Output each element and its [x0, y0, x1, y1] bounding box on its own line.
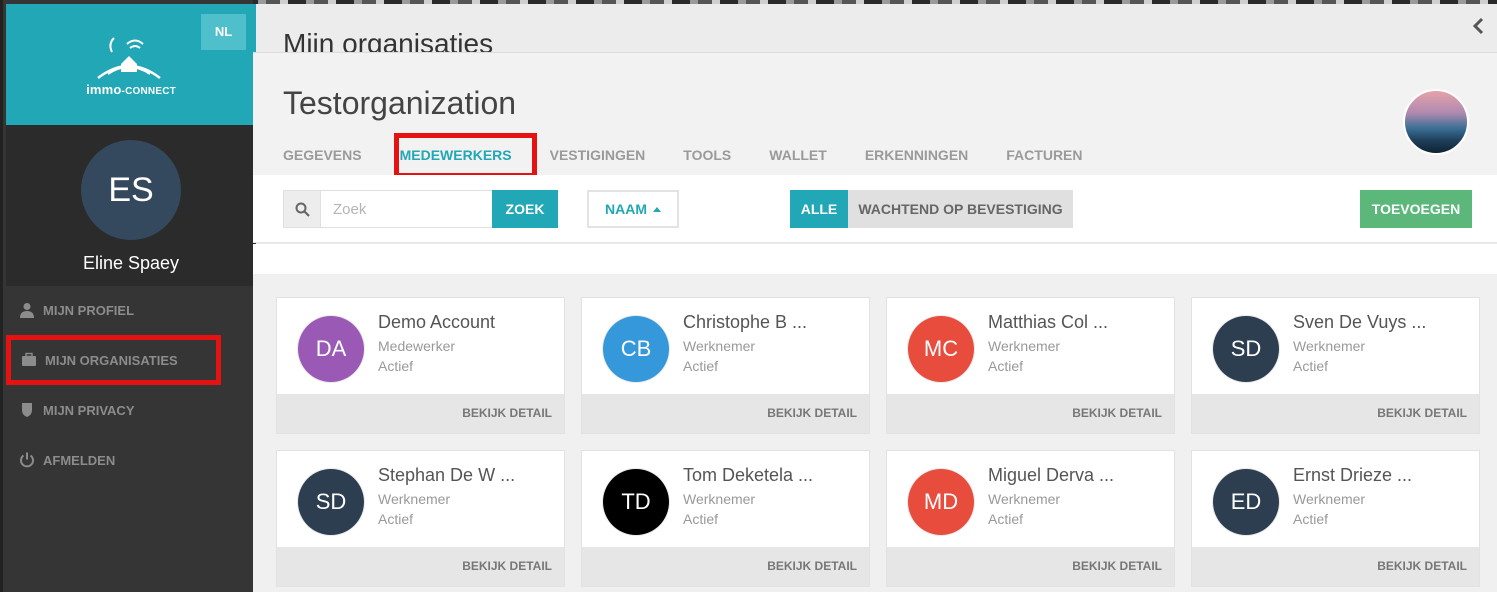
member-avatar: TD	[603, 469, 669, 535]
add-member-button[interactable]: TOEVOEGEN	[1360, 190, 1472, 228]
view-detail-link[interactable]: BEKIJK DETAIL	[1377, 406, 1467, 420]
member-status: Actief	[1293, 358, 1329, 374]
member-status: Actief	[1293, 511, 1329, 527]
member-card[interactable]: DA Demo Account Medewerker Actief BEKIJK DET…	[276, 297, 565, 434]
member-role: Werknemer	[1293, 338, 1366, 354]
member-avatar: SD	[1213, 316, 1279, 382]
nav-item-mijn-privacy[interactable]: MIJN PRIVACY	[19, 402, 135, 418]
card-footer: BEKIJK DETAIL	[582, 394, 869, 433]
card-footer: BEKIJK DETAIL	[887, 547, 1174, 586]
card-footer: BEKIJK DETAIL	[277, 547, 564, 586]
organization-title: Testorganization	[283, 85, 517, 121]
member-avatar: ED	[1213, 469, 1279, 535]
sort-by-name-button[interactable]: NAAM	[587, 190, 679, 228]
member-name: Stephan De W ...	[378, 465, 516, 485]
card-footer: BEKIJK DETAIL	[582, 547, 869, 586]
nav-label: MIJN PROFIEL	[43, 302, 135, 318]
tab-facturen[interactable]: FACTUREN	[1006, 141, 1082, 169]
member-role: Werknemer	[1293, 491, 1366, 507]
highlight-annotation-tab	[394, 133, 537, 178]
card-footer: BEKIJK DETAIL	[887, 394, 1174, 433]
power-icon	[20, 452, 34, 468]
tab-vestigingen[interactable]: VESTIGINGEN	[550, 141, 646, 169]
member-card[interactable]: ED Ernst Drieze ... Werknemer Actief BEKIJK …	[1191, 450, 1480, 587]
member-name: Matthias Col ...	[988, 312, 1109, 332]
nav-label: MIJN PRIVACY	[43, 402, 135, 418]
search-button[interactable]: ZOEK	[492, 190, 558, 228]
member-status: Actief	[683, 511, 719, 527]
search-icon	[295, 202, 310, 217]
member-name: Demo Account	[378, 312, 496, 332]
member-status: Actief	[988, 511, 1024, 527]
view-detail-link[interactable]: BEKIJK DETAIL	[1377, 559, 1467, 573]
member-avatar: DA	[298, 316, 364, 382]
member-name: Tom Deketela ...	[683, 465, 814, 485]
shield-icon	[22, 403, 32, 417]
search-input[interactable]	[321, 190, 493, 228]
member-card[interactable]: MC Matthias Col ... Werknemer Actief BEKIJK …	[886, 297, 1175, 434]
view-detail-link[interactable]: BEKIJK DETAIL	[767, 559, 857, 573]
member-role: Werknemer	[378, 491, 451, 507]
member-name: Miguel Derva ...	[988, 465, 1115, 485]
nav-item-afmelden[interactable]: AFMELDEN	[19, 452, 115, 468]
card-footer: BEKIJK DETAIL	[277, 394, 564, 433]
search-icon-box	[283, 190, 321, 228]
member-status: Actief	[683, 358, 719, 374]
filter-all-button[interactable]: ALLE	[790, 190, 848, 228]
sort-label: NAAM	[605, 201, 647, 217]
member-card[interactable]: SD Stephan De W ... Werknemer Actief BEKIJK …	[276, 450, 565, 587]
view-detail-link[interactable]: BEKIJK DETAIL	[767, 406, 857, 420]
member-role: Werknemer	[988, 338, 1061, 354]
member-card[interactable]: MD Miguel Derva ... Werknemer Actief BEKIJK …	[886, 450, 1175, 587]
highlight-annotation-sidebar	[6, 335, 221, 385]
member-status: Actief	[378, 511, 414, 527]
member-role: Medewerker	[378, 338, 456, 354]
member-card[interactable]: SD Sven De Vuys ... Werknemer Actief BEKIJK …	[1191, 297, 1480, 434]
nav-item-mijn-profiel[interactable]: MIJN PROFIEL	[19, 302, 134, 318]
language-switch[interactable]: NL	[201, 14, 246, 50]
organization-photo[interactable]	[1403, 89, 1469, 155]
tab-tools[interactable]: TOOLS	[683, 141, 731, 169]
user-avatar[interactable]: ES	[81, 140, 181, 240]
card-footer: BEKIJK DETAIL	[1192, 394, 1479, 433]
member-card[interactable]: CB Christophe B ... Werknemer Actief BEKIJK …	[581, 297, 870, 434]
user-icon	[20, 303, 34, 318]
member-avatar: CB	[603, 316, 669, 382]
filter-pending-button[interactable]: WACHTEND OP BEVESTIGING	[848, 190, 1073, 228]
member-avatar: MD	[908, 469, 974, 535]
member-name: Ernst Drieze ...	[1293, 465, 1413, 485]
card-footer: BEKIJK DETAIL	[1192, 547, 1479, 586]
view-detail-link[interactable]: BEKIJK DETAIL	[462, 406, 552, 420]
tab-wallet[interactable]: WALLET	[769, 141, 827, 169]
members-grid: DA Demo Account Medewerker Actief BEKIJK DET…	[253, 244, 1497, 592]
view-detail-link[interactable]: BEKIJK DETAIL	[1072, 406, 1162, 420]
member-card[interactable]: TD Tom Deketela ... Werknemer Actief BEKIJK …	[581, 450, 870, 587]
view-detail-link[interactable]: BEKIJK DETAIL	[1072, 559, 1162, 573]
sidebar: immo-CONNECT NL ES Eline Spaey MIJN PROF…	[0, 0, 256, 592]
chevron-left-icon[interactable]	[1471, 16, 1485, 36]
tab-erkenningen[interactable]: ERKENNINGEN	[865, 141, 968, 169]
member-role: Werknemer	[988, 491, 1061, 507]
member-role: Werknemer	[683, 338, 756, 354]
member-status: Actief	[988, 358, 1024, 374]
members-toolbar: ZOEK NAAM ALLE WACHTEND OP BEVESTIGING T…	[253, 175, 1497, 243]
house-wifi-logo-icon	[97, 37, 161, 79]
member-role: Werknemer	[683, 491, 756, 507]
tab-gegevens[interactable]: GEGEVENS	[283, 141, 362, 169]
user-name: Eline Spaey	[82, 253, 180, 273]
caret-up-icon	[653, 206, 661, 212]
nav-label: AFMELDEN	[43, 452, 116, 468]
view-detail-link[interactable]: BEKIJK DETAIL	[462, 559, 552, 573]
main-panel: Mijn organisaties Testorganization GEGEV…	[253, 0, 1497, 592]
member-status: Actief	[378, 358, 414, 374]
content-spacer	[253, 244, 1497, 274]
member-avatar: SD	[298, 469, 364, 535]
member-avatar: MC	[908, 316, 974, 382]
brand-name: immo-CONNECT	[86, 82, 176, 97]
organization-header: Testorganization GEGEVENS MEDEWERKERS VE…	[253, 52, 1497, 178]
user-profile-block: ES Eline Spaey	[6, 125, 256, 286]
member-name: Sven De Vuys ...	[1293, 312, 1427, 332]
member-name: Christophe B ...	[683, 312, 808, 332]
